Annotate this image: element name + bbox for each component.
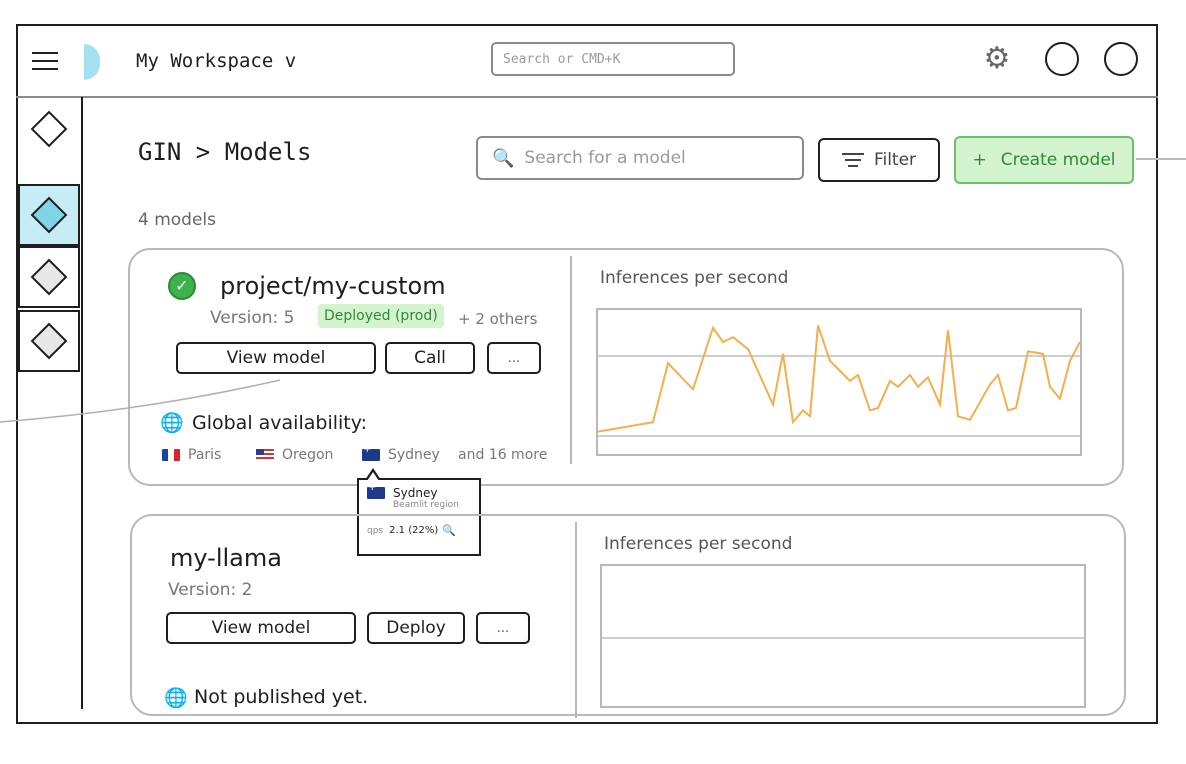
sidebar-item-home[interactable] (18, 98, 80, 160)
flag-fr-icon (162, 449, 180, 461)
model-name[interactable]: project/my-custom (220, 272, 446, 300)
card-divider (570, 256, 572, 464)
check-icon: ✓ (168, 272, 196, 300)
model-count: 4 models (138, 210, 217, 230)
diamond-icon (30, 322, 68, 360)
inference-chart-empty (600, 564, 1086, 708)
menu-icon[interactable] (32, 46, 58, 76)
model-name[interactable]: my-llama (170, 544, 282, 572)
globe-icon: 🌐 (164, 687, 188, 709)
other-deployments[interactable]: + 2 others (458, 310, 537, 328)
diamond-icon (30, 196, 68, 234)
chart-title: Inferences per second (600, 268, 789, 288)
tooltip-subtitle: Beamlit region (393, 500, 459, 510)
availability-label: Not published yet. (194, 686, 369, 708)
model-version: Version: 5 (210, 308, 295, 328)
annotation-line (1136, 158, 1186, 160)
header-divider (16, 96, 1158, 98)
search-icon: 🔍 (492, 147, 515, 169)
create-model-button[interactable]: + Create model (954, 136, 1134, 184)
workspace-selector[interactable]: My Workspace v (136, 50, 296, 72)
view-model-button[interactable]: View model (166, 612, 356, 644)
model-version: Version: 2 (168, 580, 253, 600)
region-sydney[interactable]: Sydney (362, 444, 440, 463)
filter-button[interactable]: Filter (818, 138, 940, 182)
series-line (597, 325, 1081, 433)
plus-icon: + (972, 150, 987, 170)
call-button[interactable]: Call (385, 342, 475, 374)
more-regions-link[interactable]: and 16 more (458, 447, 547, 463)
sidebar-item-3[interactable] (18, 310, 80, 372)
more-options-button[interactable]: ... (487, 342, 541, 374)
diamond-icon (30, 258, 68, 296)
filter-icon (841, 149, 864, 171)
chart-svg (597, 325, 1081, 437)
chart-svg (602, 637, 1084, 639)
deploy-button[interactable]: Deploy (367, 612, 465, 644)
model-search-input[interactable]: 🔍 Search for a model (476, 136, 804, 180)
filter-label: Filter (873, 150, 917, 170)
breadcrumb: GIN > Models (138, 138, 312, 166)
create-model-label: Create model (1000, 150, 1116, 170)
flag-au-icon (362, 444, 380, 461)
flag-us-icon (256, 449, 274, 461)
region-oregon[interactable]: Oregon (256, 447, 333, 463)
status-badge: Deployed (prod) (318, 304, 444, 328)
more-options-button[interactable]: ... (476, 612, 530, 644)
avatar[interactable] (1045, 42, 1079, 76)
card-divider (575, 522, 577, 718)
inference-chart (596, 308, 1082, 456)
gear-icon[interactable]: ⚙ (980, 42, 1014, 76)
sidebar-item-models[interactable] (18, 184, 80, 246)
chart-title: Inferences per second (604, 534, 793, 554)
region-paris[interactable]: Paris (162, 447, 221, 463)
search-placeholder: Search for a model (524, 148, 686, 168)
diamond-icon (30, 110, 68, 148)
sidebar-item-2[interactable] (18, 246, 80, 308)
profile-button[interactable] (1104, 42, 1138, 76)
annotation-curve (0, 379, 281, 423)
global-search-input[interactable]: Search or CMD+K (491, 42, 735, 76)
flag-au-icon (367, 482, 385, 499)
tooltip-title: Sydney (393, 486, 438, 500)
